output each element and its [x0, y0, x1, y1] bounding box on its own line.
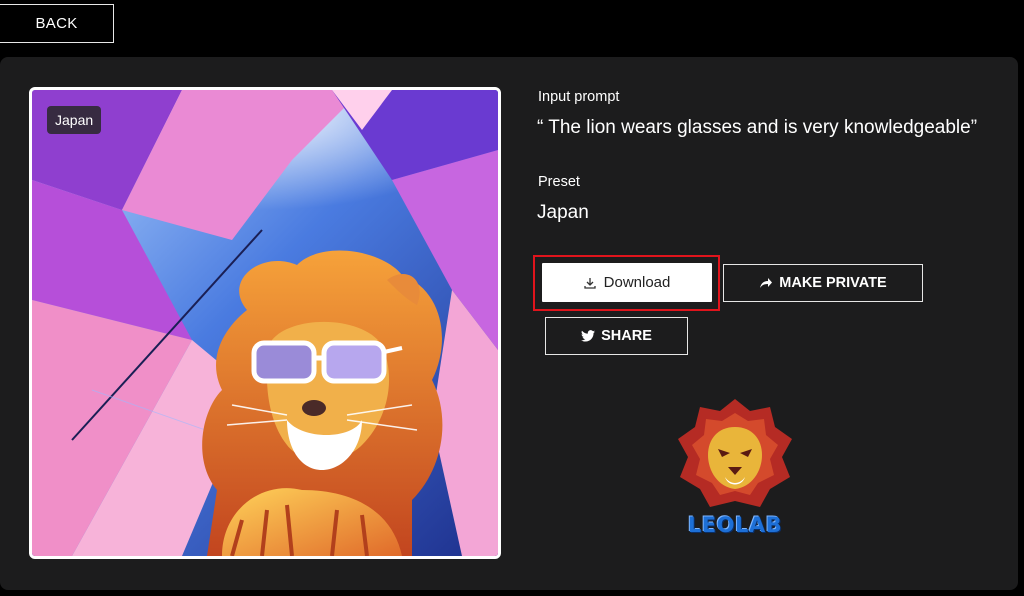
twitter-icon	[581, 330, 596, 342]
download-button[interactable]: Download	[542, 263, 712, 302]
preset-label: Preset	[538, 174, 580, 190]
download-label: Download	[603, 274, 671, 291]
make-private-button[interactable]: MAKE PRIVATE	[723, 264, 923, 302]
leolab-logo: LEOLAB	[670, 397, 800, 537]
share-label: SHARE	[601, 328, 652, 344]
preset-value: Japan	[537, 202, 589, 223]
download-icon	[583, 277, 596, 289]
logo-text: LEOLAB	[687, 513, 783, 537]
lion-artwork-image	[32, 90, 498, 556]
lion-head-logo-icon	[678, 399, 792, 507]
share-button[interactable]: SHARE	[545, 317, 688, 355]
make-private-label: MAKE PRIVATE	[779, 275, 887, 291]
prompt-text: “ The lion wears glasses and is very kno…	[537, 117, 978, 138]
back-button[interactable]: BACK	[0, 4, 114, 43]
generated-artwork	[29, 87, 501, 559]
preset-tag: Japan	[47, 106, 102, 134]
prompt-label: Input prompt	[538, 89, 620, 105]
share-arrow-icon	[760, 278, 773, 288]
